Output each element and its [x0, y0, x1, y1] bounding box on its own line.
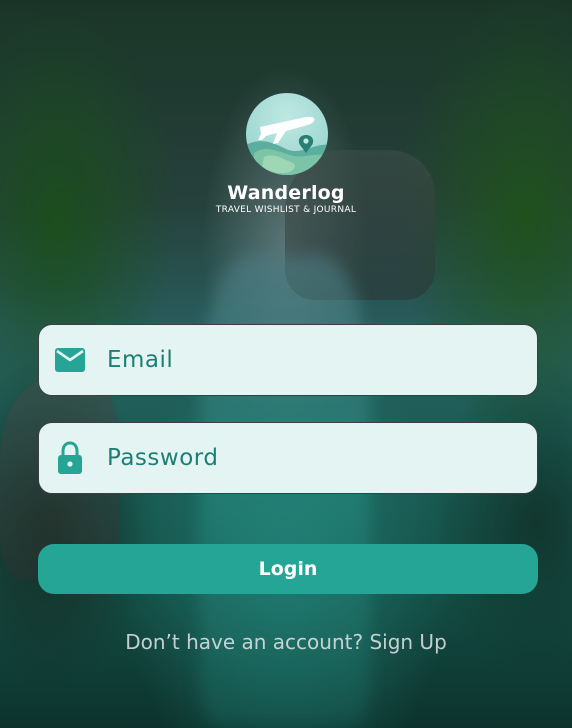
password-field[interactable]	[38, 422, 538, 494]
envelope-icon	[53, 343, 87, 377]
app-tagline: TRAVEL WISHLIST & JOURNAL	[215, 205, 357, 215]
signup-link[interactable]: Sign Up	[369, 630, 446, 654]
signup-prompt-text: Don’t have an account?	[125, 630, 364, 654]
email-input[interactable]	[105, 339, 489, 381]
signup-prompt: Don’t have an account? Sign Up	[0, 630, 572, 654]
login-button[interactable]: Login	[38, 544, 538, 594]
password-input[interactable]	[105, 437, 489, 479]
airplane-map-pin-logo	[246, 116, 328, 175]
email-field[interactable]	[38, 324, 538, 396]
app-logo	[246, 93, 328, 175]
lock-icon	[53, 441, 87, 475]
app-name: Wanderlog	[227, 182, 345, 204]
